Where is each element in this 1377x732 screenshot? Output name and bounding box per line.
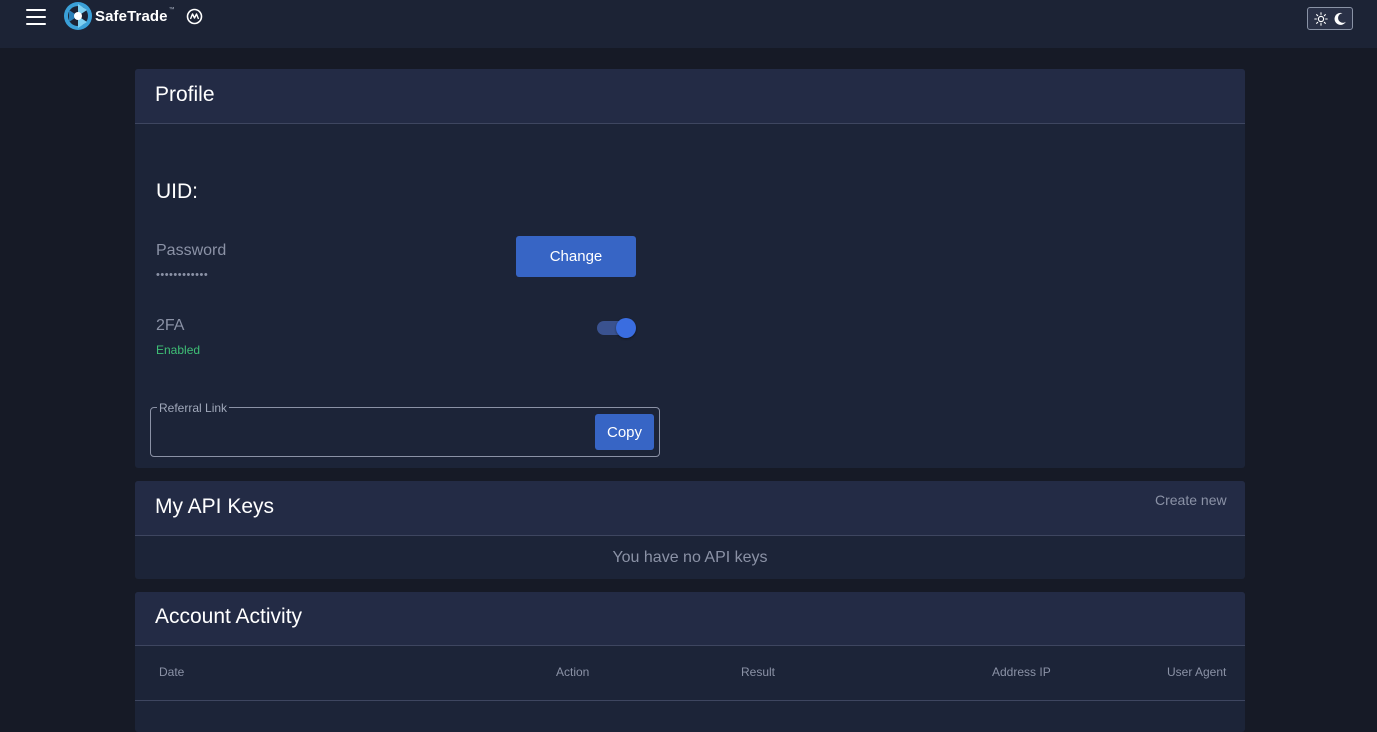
copy-referral-button[interactable]: Copy <box>595 414 654 450</box>
api-keys-card: My API Keys Create new You have no API k… <box>135 481 1245 579</box>
no-api-keys-message: You have no API keys <box>612 549 768 566</box>
referral-link-field: Referral Link Copy <box>150 401 660 457</box>
profile-title: Profile <box>155 83 215 106</box>
brand-name: SafeTrade <box>95 7 168 25</box>
2fa-toggle-thumb[interactable] <box>616 318 636 338</box>
coinmarketcap-icon[interactable] <box>186 8 203 25</box>
column-header-result[interactable]: Result <box>741 665 775 679</box>
brand-trademark: ™ <box>168 7 175 13</box>
2fa-label: 2FA <box>156 317 185 334</box>
2fa-status: Enabled <box>156 343 201 357</box>
profile-card: Profile UID: Password •••••••••••• Chang… <box>135 69 1245 468</box>
create-api-key-link[interactable]: Create new <box>1155 492 1227 508</box>
password-value: •••••••••••• <box>156 269 209 281</box>
moon-icon[interactable] <box>1333 12 1347 26</box>
brand-logo[interactable]: SafeTrade ™ <box>63 1 175 31</box>
referral-link-input[interactable] <box>159 417 589 447</box>
account-activity-title: Account Activity <box>155 605 303 628</box>
password-label: Password <box>156 242 227 259</box>
account-activity-card: Account Activity Date Action Result Addr… <box>135 592 1245 732</box>
activity-table-header: Date Action Result Address IP User Agent <box>135 646 1245 701</box>
hamburger-menu-icon[interactable] <box>26 7 46 27</box>
column-header-user-agent[interactable]: User Agent <box>1167 665 1226 679</box>
safetrade-logo-icon <box>64 2 92 30</box>
theme-toggle[interactable] <box>1307 7 1353 30</box>
column-header-date[interactable]: Date <box>159 665 184 679</box>
2fa-toggle-switch[interactable] <box>597 318 637 338</box>
top-navigation-bar: SafeTrade ™ <box>0 0 1377 48</box>
referral-link-label: Referral Link <box>157 401 230 415</box>
uid-label: UID: <box>156 180 198 203</box>
column-header-address-ip[interactable]: Address IP <box>992 665 1051 679</box>
account-activity-card-header: Account Activity <box>135 592 1245 646</box>
column-header-action[interactable]: Action <box>556 665 589 679</box>
api-keys-title: My API Keys <box>155 495 275 518</box>
change-password-button[interactable]: Change <box>516 236 636 277</box>
profile-card-header: Profile <box>135 69 1245 124</box>
sun-icon[interactable] <box>1313 11 1328 26</box>
api-keys-card-header: My API Keys Create new <box>135 481 1245 536</box>
